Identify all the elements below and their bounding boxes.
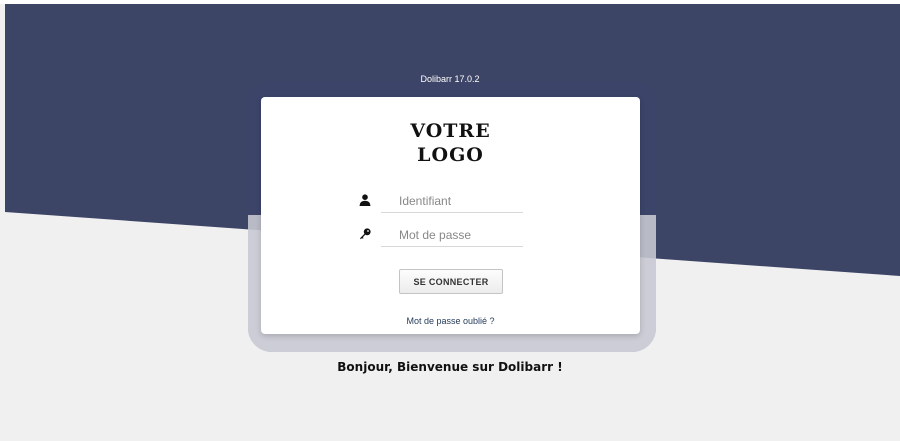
logo-line-2: LOGO: [417, 144, 484, 166]
version-label: Dolibarr 17.0.2: [420, 74, 480, 84]
login-card: VOTRE LOGO SE CONNECTER Mot de passe oub…: [261, 97, 640, 334]
username-field: [359, 190, 523, 213]
password-input[interactable]: [381, 224, 523, 246]
forgot-password-link[interactable]: Mot de passe oublié ?: [261, 316, 640, 326]
user-icon: [359, 194, 371, 206]
key-icon: [360, 228, 371, 240]
logo-line-1: VOTRE: [410, 120, 491, 142]
password-field: [360, 224, 523, 247]
username-input[interactable]: [381, 190, 523, 212]
login-button[interactable]: SE CONNECTER: [399, 269, 503, 294]
welcome-message: Bonjour, Bienvenue sur Dolibarr !: [337, 360, 563, 374]
company-logo: VOTRE LOGO: [261, 119, 640, 167]
